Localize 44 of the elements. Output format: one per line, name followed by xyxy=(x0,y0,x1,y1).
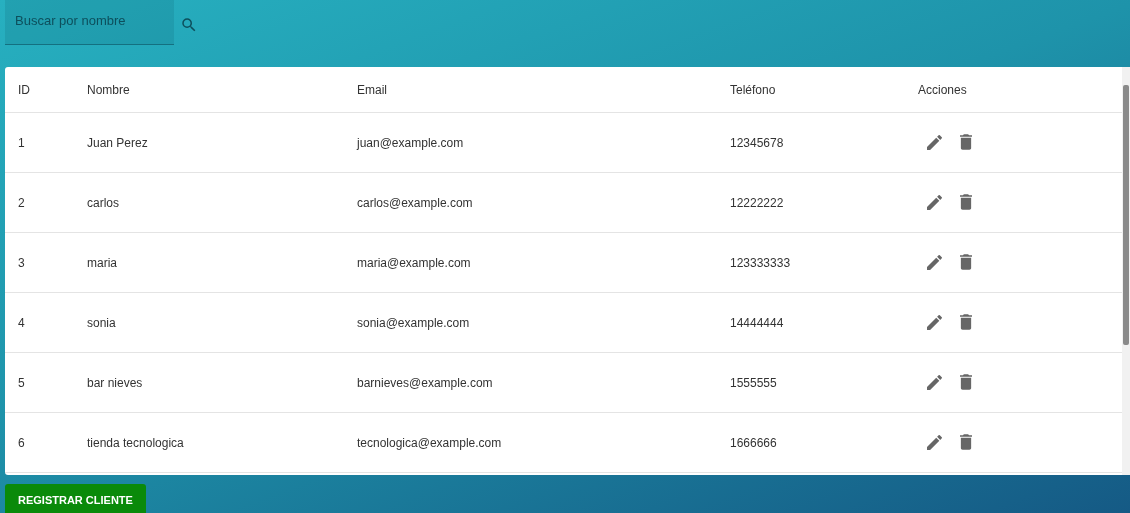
table-cell: 5 xyxy=(18,375,25,390)
edit-icon[interactable] xyxy=(927,314,942,330)
table-cell: tecnologica@example.com xyxy=(357,435,502,450)
table-cell: tienda tecnologica xyxy=(87,435,184,450)
table-cell: juan@example.com xyxy=(357,135,464,150)
table-cell: sonia xyxy=(87,315,116,330)
table-cell: 12222222 xyxy=(730,195,784,210)
table-cell: 2 xyxy=(18,195,25,210)
table-cell: maria xyxy=(87,255,117,270)
table-cell: carlos@example.com xyxy=(357,195,473,210)
delete-icon[interactable] xyxy=(960,134,972,151)
table-cell: 14444444 xyxy=(730,315,784,330)
column-header: Nombre xyxy=(87,82,130,97)
edit-icon[interactable] xyxy=(927,254,942,270)
column-header: Email xyxy=(357,82,387,97)
scrollbar[interactable] xyxy=(1122,67,1130,475)
search-icon[interactable] xyxy=(180,15,198,34)
edit-icon[interactable] xyxy=(927,434,942,450)
table-cell: 6 xyxy=(18,435,25,450)
table-cell: barnieves@example.com xyxy=(357,375,493,390)
edit-icon[interactable] xyxy=(927,134,942,150)
table-cell: 123333333 xyxy=(730,255,791,270)
table-cell: carlos xyxy=(87,195,119,210)
delete-icon[interactable] xyxy=(960,434,972,451)
register-button[interactable]: REGISTRAR CLIENTE xyxy=(5,484,146,513)
table-cell: bar nieves xyxy=(87,375,143,390)
column-header: Teléfono xyxy=(730,82,776,97)
table-cell: 1 xyxy=(18,135,25,150)
edit-icon[interactable] xyxy=(927,374,942,390)
column-header: Acciones xyxy=(918,82,967,97)
delete-icon[interactable] xyxy=(960,374,972,391)
table-cell: Juan Perez xyxy=(87,135,148,150)
table-cell: 1666666 xyxy=(730,435,777,450)
delete-icon[interactable] xyxy=(960,194,972,211)
table-cell: 3 xyxy=(18,255,25,270)
table-cell: 1555555 xyxy=(730,375,777,390)
column-header: ID xyxy=(18,82,30,97)
table-cell: maria@example.com xyxy=(357,255,471,270)
table-cell: sonia@example.com xyxy=(357,315,470,330)
table-cell: 4 xyxy=(18,315,25,330)
delete-icon[interactable] xyxy=(960,254,972,271)
delete-icon[interactable] xyxy=(960,314,972,331)
table-cell: 12345678 xyxy=(730,135,784,150)
edit-icon[interactable] xyxy=(927,194,942,210)
